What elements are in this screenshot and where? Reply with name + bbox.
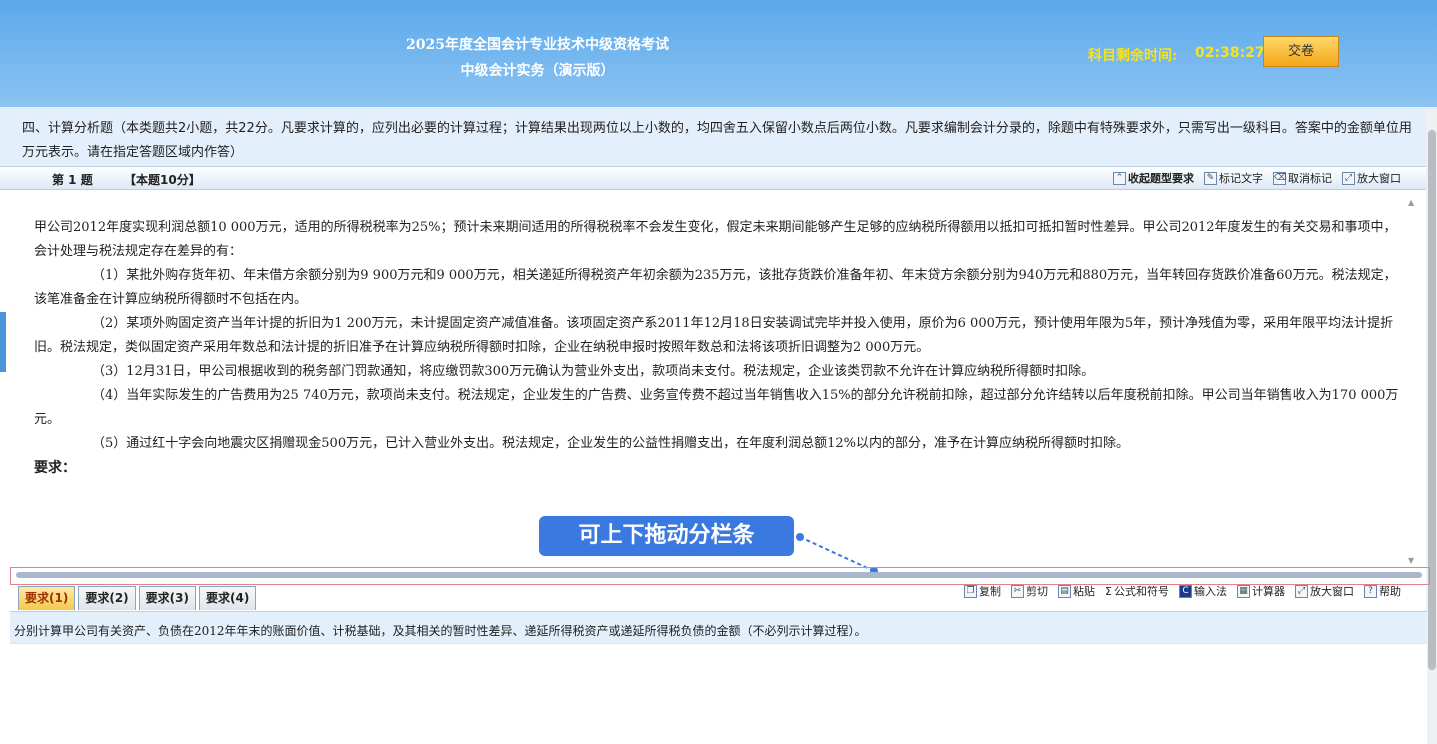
exam-subtitle: 中级会计实务（演示版） bbox=[460, 63, 615, 79]
tab-requirement-2[interactable]: 要求(2) bbox=[78, 586, 136, 610]
timer-value: 02:38:27 bbox=[1195, 45, 1265, 61]
scissors-icon: ✂ bbox=[1011, 584, 1025, 598]
page-scrollbar-thumb[interactable] bbox=[1428, 130, 1436, 670]
copy-icon: ❐ bbox=[964, 584, 978, 598]
tab-requirement-3[interactable]: 要求(3) bbox=[138, 586, 196, 610]
timer-label: 科目剩余时间: bbox=[1088, 48, 1178, 64]
question-content: 甲公司2012年度实现利润总额10 000万元，适用的所得税税率为25%；预计未… bbox=[14, 196, 1422, 568]
question-toolbar: 第 1 题 【本题10分】 ⌃ 收起题型要求 ✎ 标记文字 ⌫ 取消标记 ⤢ 放大窗口 bbox=[0, 167, 1437, 190]
question-score: 【本题10分】 bbox=[124, 173, 201, 187]
question-item-3: （3）12月31日，甲公司根据收到的税务部门罚款通知，将应缴罚款300万元确认为… bbox=[92, 364, 1095, 379]
copy-button[interactable]: ❐ 复制 bbox=[964, 583, 1001, 599]
calculator-icon: ▦ bbox=[1237, 584, 1250, 598]
exam-header: 2025年度全国会计专业技术中级资格考试 中级会计实务（演示版） 科目剩余时间:… bbox=[0, 0, 1437, 107]
pane-splitter[interactable] bbox=[16, 572, 1422, 578]
calculator-button[interactable]: ▦ 计算器 bbox=[1237, 583, 1285, 599]
requirements-heading: 要求： bbox=[34, 460, 76, 476]
paste-button[interactable]: ▤ 粘贴 bbox=[1058, 583, 1095, 599]
tab-requirement-4[interactable]: 要求(4) bbox=[198, 586, 257, 610]
question-item-1: （1）某批外购存货年初、年末借方余额分别为9 900万元和9 000万元，相关递… bbox=[34, 268, 1397, 307]
answer-toolbar: ❐ 复制 ✂ 剪切 ▤ 粘贴 Σ 公式和符号 C 输入法 ▦ 计算器 ⤢ 放大窗口 ? 帮助 bbox=[964, 583, 1401, 599]
answer-input-area[interactable] bbox=[10, 643, 1427, 744]
collapse-icon: ⌃ bbox=[1113, 171, 1126, 185]
question-item-4: （4）当年实际发生的广告费用为25 740万元，款项尚未支付。税法规定，企业发生… bbox=[34, 388, 1399, 427]
help-icon: ? bbox=[1364, 584, 1377, 598]
expand-icon: ⤢ bbox=[1295, 584, 1308, 598]
sigma-icon: Σ bbox=[1105, 584, 1112, 598]
clipboard-icon: ▤ bbox=[1058, 584, 1072, 598]
answer-enlarge-button[interactable]: ⤢ 放大窗口 bbox=[1295, 583, 1354, 599]
cut-button[interactable]: ✂ 剪切 bbox=[1011, 583, 1048, 599]
side-panel-toggle[interactable] bbox=[0, 312, 6, 372]
submit-exam-button[interactable]: 交卷 bbox=[1263, 36, 1339, 67]
drag-hint-callout: 可上下拖动分栏条 bbox=[539, 516, 794, 556]
input-method-button[interactable]: C 输入法 bbox=[1179, 583, 1227, 599]
question-number: 第 1 题 bbox=[52, 173, 93, 187]
section-instructions: 四、计算分析题（本类题共2小题，共22分。凡要求计算的，应列出必要的计算过程；计… bbox=[0, 107, 1437, 167]
enlarge-window-button[interactable]: ⤢ 放大窗口 bbox=[1342, 170, 1401, 186]
unmark-button[interactable]: ⌫ 取消标记 bbox=[1273, 170, 1332, 186]
mark-text-button[interactable]: ✎ 标记文字 bbox=[1204, 170, 1263, 186]
help-button[interactable]: ? 帮助 bbox=[1364, 583, 1401, 599]
question-item-5: （5）通过红十字会向地震灾区捐赠现金500万元，已计入营业外支出。税法规定，企业… bbox=[92, 436, 1129, 451]
collapse-requirements-button[interactable]: ⌃ 收起题型要求 bbox=[1113, 170, 1194, 186]
eraser-icon: ⌫ bbox=[1273, 171, 1287, 185]
question-item-2: （2）某项外购固定资产当年计提的折旧为1 200万元，未计提固定资产减值准备。该… bbox=[34, 316, 1394, 355]
formula-button[interactable]: Σ 公式和符号 bbox=[1105, 583, 1169, 599]
expand-icon: ⤢ bbox=[1342, 171, 1355, 185]
pencil-icon: ✎ bbox=[1204, 171, 1217, 185]
requirement-tabs: 要求(1) 要求(2) 要求(3) 要求(4) bbox=[18, 586, 257, 610]
scroll-down-icon[interactable]: ▼ bbox=[1408, 556, 1414, 565]
question-intro: 甲公司2012年度实现利润总额10 000万元，适用的所得税税率为25%；预计未… bbox=[34, 220, 1397, 259]
exam-title: 2025年度全国会计专业技术中级资格考试 bbox=[406, 37, 669, 53]
keyboard-icon: C bbox=[1179, 584, 1192, 598]
current-requirement-text: 分别计算甲公司有关资产、负债在2012年年末的账面价值、计税基础，及其相关的暂时… bbox=[10, 611, 1427, 643]
tab-requirement-1[interactable]: 要求(1) bbox=[18, 586, 76, 610]
scroll-up-icon[interactable]: ▲ bbox=[1408, 198, 1414, 207]
